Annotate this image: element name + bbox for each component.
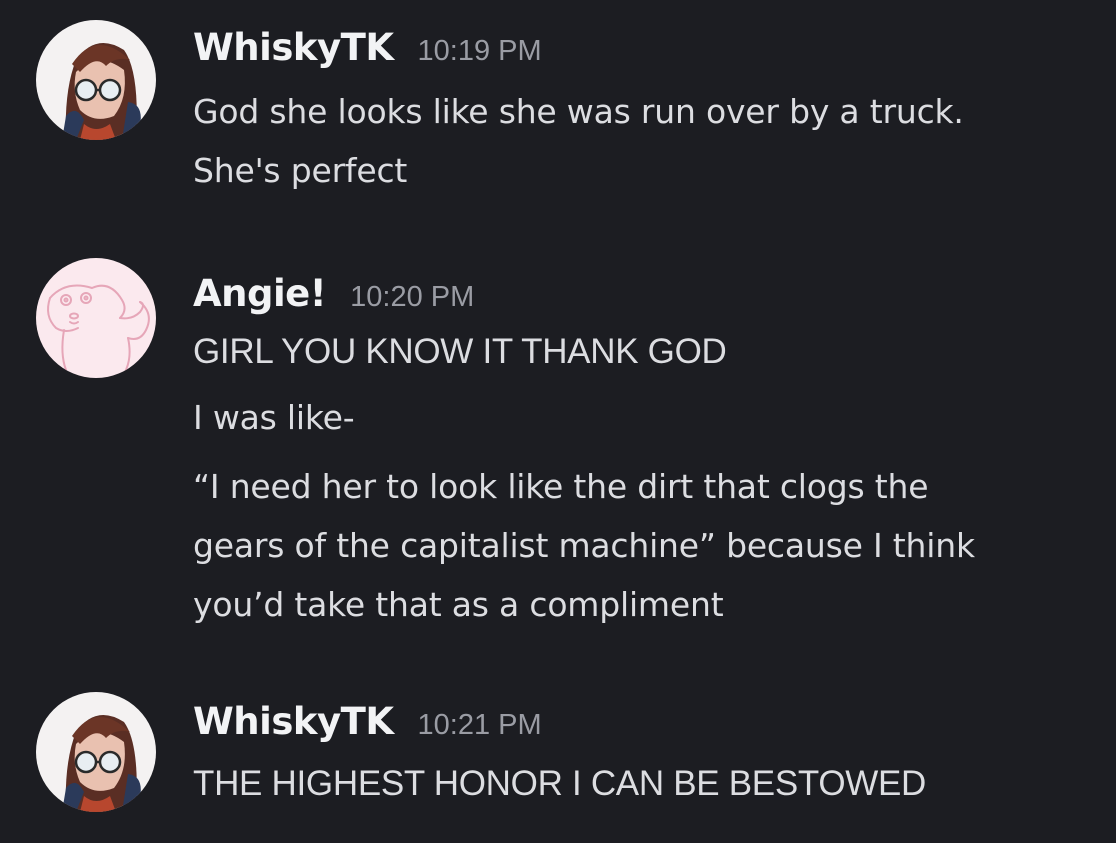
timestamp[interactable]: 10:21 PM [418, 709, 542, 742]
message-text: I was like- [193, 398, 355, 437]
message-text: God she looks like she was run over by a… [193, 92, 964, 131]
message-text: you’d take that as a compliment [193, 585, 724, 624]
username[interactable]: WhiskyTK [193, 700, 394, 743]
avatar-pink-doodle-creature-icon[interactable] [36, 258, 156, 378]
message-text: She's perfect [193, 151, 408, 190]
message-text: gears of the capitalist machine” because… [193, 526, 975, 565]
message-header: WhiskyTK 10:21 PM [193, 700, 542, 743]
message-text: “I need her to look like the dirt that c… [193, 467, 929, 506]
avatar-anime-girl-glasses-icon[interactable] [36, 20, 156, 140]
username[interactable]: WhiskyTK [193, 26, 394, 69]
username[interactable]: Angie! [193, 272, 327, 315]
timestamp[interactable]: 10:20 PM [350, 281, 474, 314]
avatar-anime-girl-glasses-icon[interactable] [36, 692, 156, 812]
message-text: GIRL YOU KNOW IT THANK GOD [193, 332, 727, 371]
message-header: Angie! 10:20 PM [193, 272, 474, 315]
message-header: WhiskyTK 10:19 PM [193, 26, 542, 69]
timestamp[interactable]: 10:19 PM [418, 35, 542, 68]
message-text: THE HIGHEST HONOR I CAN BE BESTOWED [193, 764, 927, 803]
